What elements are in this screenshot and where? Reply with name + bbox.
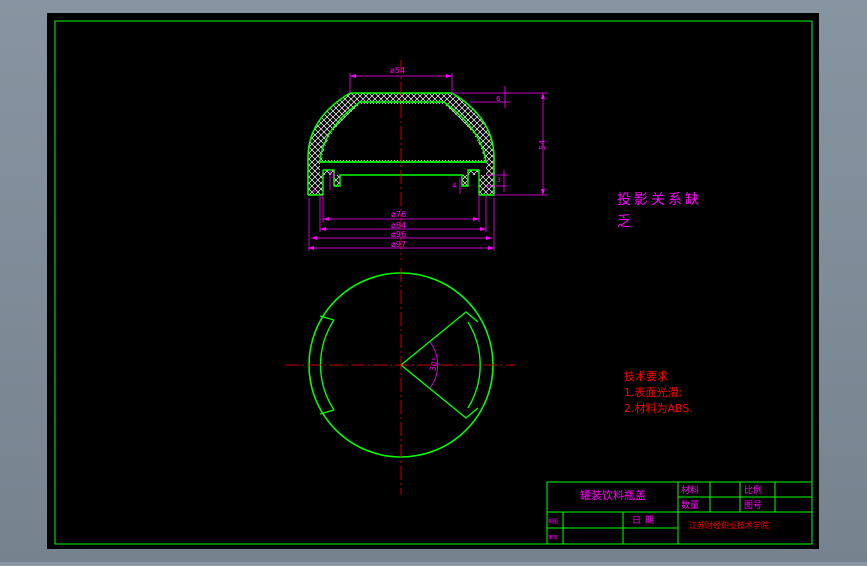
date-label: 日期 [632,515,658,526]
drawing-no-label: 图号 [744,500,762,511]
drawing-canvas: ø54 6 54 2 4 3 2 ø76 ø84 ø96 ø97 30° 投影关… [47,13,819,549]
dim-slot-bottom: 2 [312,187,316,194]
checked-label: 审核 [548,534,558,541]
drawn-label: 制图 [548,518,558,525]
dim-top-width: ø54 [390,66,405,75]
dim-wall-top: 6 [496,95,501,103]
dim-slot-left: 2 [332,173,336,180]
tech-title: 技术要求 [624,370,668,383]
cad-viewport: ø54 6 54 2 4 3 2 ø76 ø84 ø96 ø97 30° 投影关… [0,0,867,562]
school-name: 江苏财经职业技术学院 [689,520,769,530]
material-label: 材料 [681,484,699,496]
dim-slot-right-width: 4 [452,182,457,190]
quantity-label: 数量 [681,499,699,511]
tech-item-2: 2.材料为ABS. [624,401,693,415]
dim-d96: ø96 [391,230,406,239]
dim-d97: ø97 [391,240,406,249]
dim-height: 54 [538,140,547,150]
dim-d76: ø76 [391,210,406,219]
dim-slot-right-height: 3 [497,177,501,184]
projection-note-line1: 投影关系缺 [617,192,702,208]
part-name: 罐装饮料瓶盖 [580,488,646,502]
dim-d84: ø84 [391,221,406,230]
scale-label: 比例 [744,484,762,496]
tech-item-1: 1.表面光滑; [624,385,682,399]
projection-note-line2: 乏 [617,214,631,230]
